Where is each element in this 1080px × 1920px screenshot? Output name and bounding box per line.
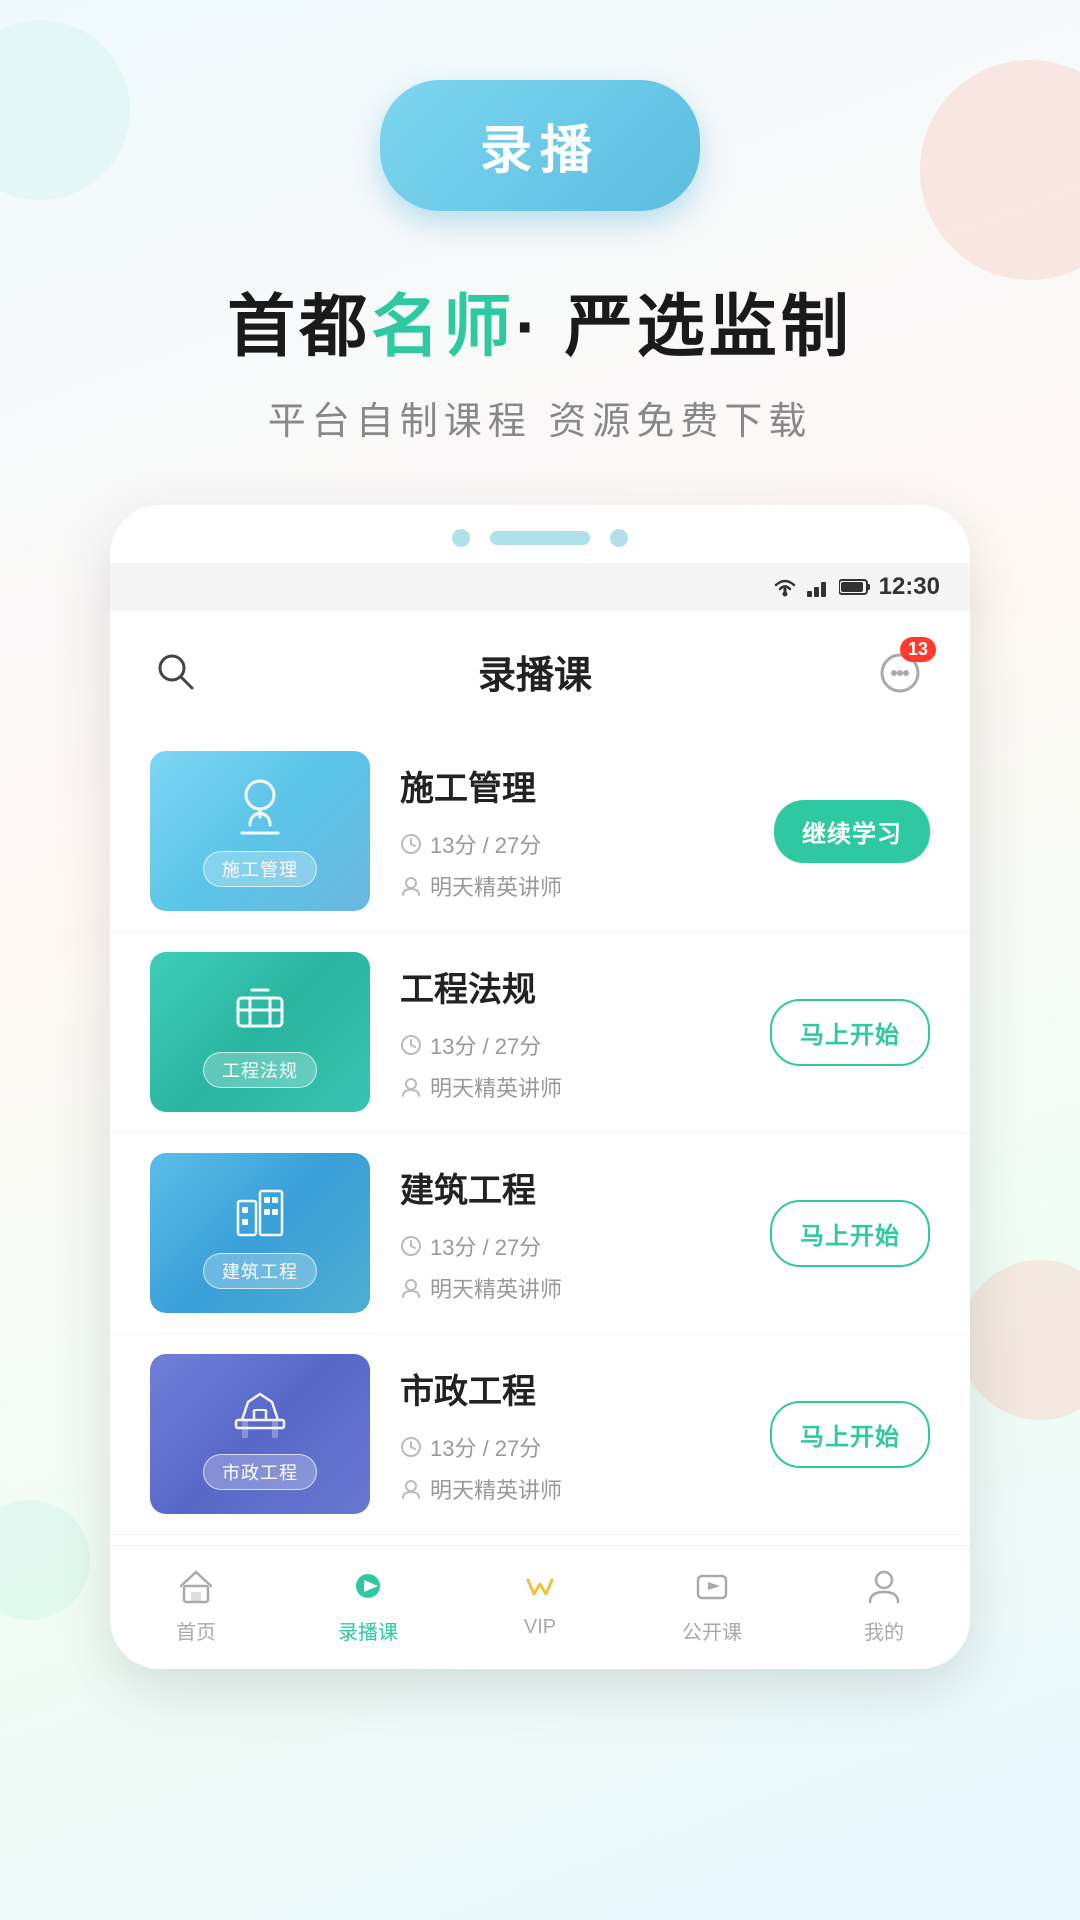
nav-item-open[interactable]: 公开课: [626, 1562, 798, 1645]
course-info: 施工管理 13分 / 27分 明天精英讲师: [400, 761, 744, 902]
start-button[interactable]: 马上开始: [770, 1401, 930, 1468]
app-header: 录播课 13: [110, 611, 970, 721]
course-action-area: 马上开始: [770, 1200, 930, 1267]
nav-label-open: 公开课: [682, 1616, 742, 1645]
course-thumbnail: 施工管理: [150, 751, 370, 911]
nav-label-mine: 我的: [864, 1616, 904, 1645]
course-duration: 13分 / 27分: [400, 1029, 740, 1061]
message-button[interactable]: 13: [870, 641, 930, 701]
course-name: 建筑工程: [400, 1163, 740, 1212]
nav-label-vip: VIP: [524, 1616, 556, 1639]
course-info: 市政工程 13分 / 27分 明天精英讲师: [400, 1364, 740, 1505]
user-icon: [400, 1478, 422, 1500]
tagline-highlight: 名师: [371, 289, 515, 365]
course-info: 工程法规 13分 / 27分 明天精英讲师: [400, 962, 740, 1103]
subtitle: 平台自制课程 资源免费下载: [268, 390, 813, 445]
nav-icon-home: [172, 1562, 220, 1610]
course-thumb-label: 建筑工程: [203, 1253, 317, 1289]
clock-icon: [400, 1436, 422, 1458]
status-icons: 12:30: [771, 573, 940, 601]
top-section: 录播 首都名师· 严选监制 平台自制课程 资源免费下载: [0, 0, 1080, 1669]
tagline-suffix: · 严选监制: [515, 289, 853, 365]
clock-icon: [400, 1034, 422, 1056]
course-action-area: 马上开始: [770, 1401, 930, 1468]
user-icon: [400, 1277, 422, 1299]
clock-icon: [400, 1235, 422, 1257]
course-thumb-label: 施工管理: [203, 851, 317, 887]
status-bar: 12:30: [110, 563, 970, 611]
dot-center: [490, 531, 590, 545]
user-icon: [400, 875, 422, 897]
course-duration: 13分 / 27分: [400, 1431, 740, 1463]
course-thumb-icon: [228, 775, 292, 839]
message-badge: 13: [900, 637, 936, 662]
clock-icon: [400, 833, 422, 855]
course-teacher: 明天精英讲师: [400, 1473, 740, 1505]
phone-mockup: 12:30 录播课 13: [110, 505, 970, 1669]
nav-label-record: 录播课: [338, 1616, 398, 1645]
course-thumbnail: 建筑工程: [150, 1153, 370, 1313]
course-list: 施工管理 施工管理 13分 / 27分 明天精英讲师 继续学习 工程法规 工程法…: [110, 721, 970, 1545]
course-action-area: 继续学习: [774, 800, 930, 863]
dot-left: [452, 529, 470, 547]
nav-item-mine[interactable]: 我的: [798, 1562, 970, 1645]
nav-label-home: 首页: [176, 1616, 216, 1645]
course-thumbnail: 工程法规: [150, 952, 370, 1112]
course-name: 施工管理: [400, 761, 744, 810]
nav-item-vip[interactable]: VIP: [454, 1562, 626, 1645]
course-item-1[interactable]: 施工管理 施工管理 13分 / 27分 明天精英讲师 继续学习: [110, 731, 970, 932]
course-item-2[interactable]: 工程法规 工程法规 13分 / 27分 明天精英讲师 马上开始: [110, 932, 970, 1133]
course-teacher: 明天精英讲师: [400, 1071, 740, 1103]
battery-icon: [839, 578, 871, 596]
user-icon: [400, 1076, 422, 1098]
tagline: 首都名师· 严选监制: [227, 271, 853, 370]
course-duration: 13分 / 27分: [400, 828, 744, 860]
course-item-4[interactable]: 市政工程 市政工程 13分 / 27分 明天精英讲师 马上开始: [110, 1334, 970, 1535]
course-thumb-label: 工程法规: [203, 1052, 317, 1088]
nav-item-home[interactable]: 首页: [110, 1562, 282, 1645]
course-thumbnail: 市政工程: [150, 1354, 370, 1514]
search-button[interactable]: [150, 646, 200, 696]
course-name: 工程法规: [400, 962, 740, 1011]
continue-button[interactable]: 继续学习: [774, 800, 930, 863]
course-item-3[interactable]: 建筑工程 建筑工程 13分 / 27分 明天精英讲师 马上开始: [110, 1133, 970, 1334]
nav-icon-vip: [516, 1562, 564, 1610]
nav-icon-mine: [860, 1562, 908, 1610]
dot-right: [610, 529, 628, 547]
wifi-icon: [771, 577, 799, 597]
course-thumb-icon: [228, 976, 292, 1040]
nav-icon-open: [688, 1562, 736, 1610]
status-time: 12:30: [879, 573, 940, 601]
start-button[interactable]: 马上开始: [770, 1200, 930, 1267]
start-button[interactable]: 马上开始: [770, 999, 930, 1066]
phone-dots: [110, 505, 970, 563]
nav-icon-record: [344, 1562, 392, 1610]
course-action-area: 马上开始: [770, 999, 930, 1066]
course-teacher: 明天精英讲师: [400, 1272, 740, 1304]
app-title: 录播课: [478, 644, 592, 699]
record-button[interactable]: 录播: [380, 80, 700, 211]
course-thumb-label: 市政工程: [203, 1454, 317, 1490]
course-name: 市政工程: [400, 1364, 740, 1413]
course-thumb-icon: [228, 1378, 292, 1442]
tagline-prefix: 首都: [227, 289, 371, 365]
course-thumb-icon: [228, 1177, 292, 1241]
bottom-nav: 首页 录播课 VIP 公开课 我的: [110, 1545, 970, 1669]
course-info: 建筑工程 13分 / 27分 明天精英讲师: [400, 1163, 740, 1304]
signal-icon: [807, 577, 831, 597]
course-duration: 13分 / 27分: [400, 1230, 740, 1262]
course-teacher: 明天精英讲师: [400, 870, 744, 902]
search-icon: [154, 650, 196, 692]
nav-item-record[interactable]: 录播课: [282, 1562, 454, 1645]
